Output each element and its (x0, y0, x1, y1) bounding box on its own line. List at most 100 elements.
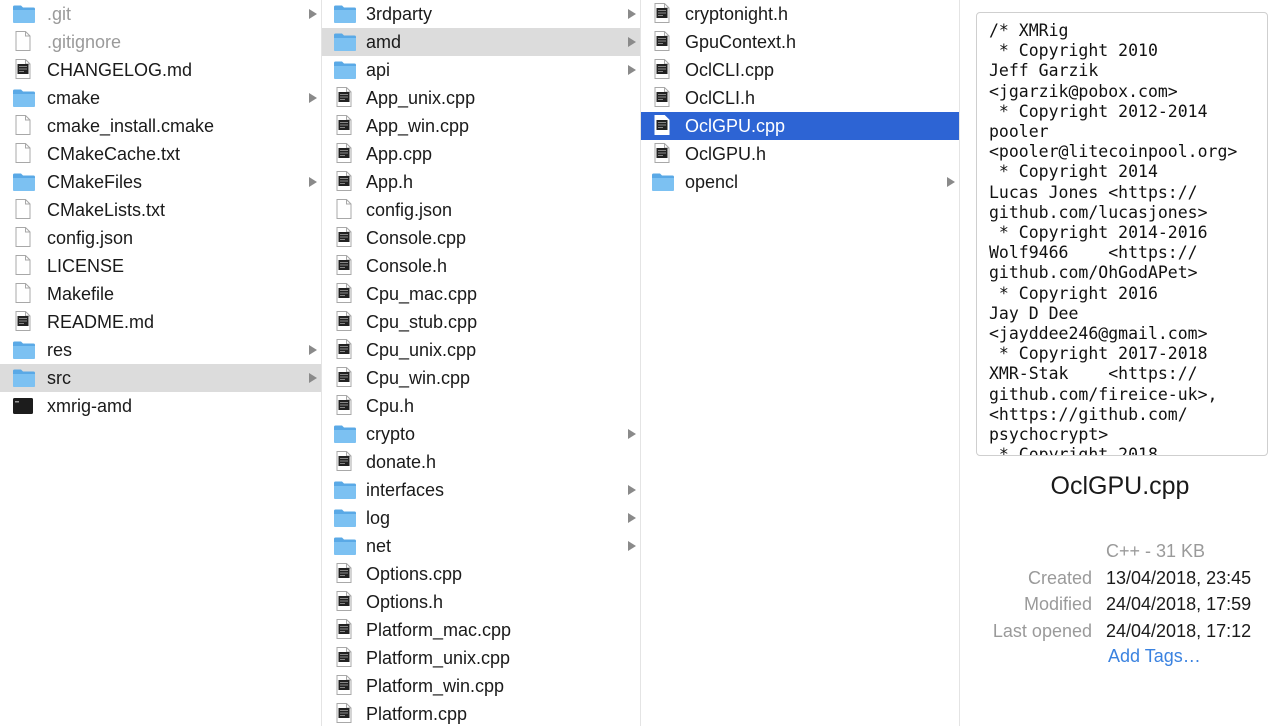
column-src[interactable]: 3rdparty amd api App_unix.cpp App_win.cpp App… (322, 0, 641, 726)
source-file-icon (333, 647, 355, 668)
file-item-config-json[interactable]: config.json (322, 196, 640, 224)
folder-item-3rdparty[interactable]: 3rdparty (322, 0, 640, 28)
file-item-config-json[interactable]: config.json (0, 224, 321, 252)
item-label: res (47, 340, 73, 360)
chevron-right-icon (947, 177, 955, 187)
folder-item-opencl[interactable]: opencl (641, 168, 959, 196)
item-label: OclGPU.h (685, 144, 767, 164)
item-label: .git (47, 4, 72, 24)
item-label: Platform_unix.cpp (366, 648, 511, 668)
folder-icon (333, 60, 356, 80)
chevron-right-icon (309, 345, 317, 355)
document-icon (12, 255, 34, 276)
source-file-icon (651, 31, 673, 52)
item-label: CMakeCache.txt (47, 144, 181, 164)
file-item-license[interactable]: LICENSE (0, 252, 321, 280)
folder-item-amd[interactable]: amd (322, 28, 640, 56)
source-file-icon (333, 143, 355, 164)
item-label: cmake (47, 88, 101, 108)
source-file-icon (333, 703, 355, 724)
file-info: C++ - 31 KB Created 13/04/2018, 23:45 Mo… (960, 538, 1280, 644)
column-root[interactable]: .git .gitignore CHANGELOG.md cmake cmake_ins… (0, 0, 322, 726)
folder-item-cmake[interactable]: cmake (0, 84, 321, 112)
file-kind-size: C++ - 31 KB (1106, 541, 1206, 561)
modified-value: 24/04/2018, 17:59 (1106, 594, 1252, 614)
item-label: OclGPU.cpp (685, 116, 786, 136)
file-item-cmakelists-txt[interactable]: CMakeLists.txt (0, 196, 321, 224)
chevron-right-icon (309, 9, 317, 19)
code-preview[interactable]: /* XMRig * Copyright 2010 Jeff Garzik <j… (976, 12, 1268, 456)
source-file-icon (333, 227, 355, 248)
file-item-oclgpu-cpp[interactable]: OclGPU.cpp (641, 112, 959, 140)
folder-item-git[interactable]: .git (0, 0, 321, 28)
source-file-icon (333, 115, 355, 136)
folder-icon (333, 424, 356, 444)
file-item-cpu-win-cpp[interactable]: Cpu_win.cpp (322, 364, 640, 392)
file-item-cpu-h[interactable]: Cpu.h (322, 392, 640, 420)
item-label: Platform_win.cpp (366, 676, 505, 696)
file-item-cpu-mac-cpp[interactable]: Cpu_mac.cpp (322, 280, 640, 308)
file-item-app-unix-cpp[interactable]: App_unix.cpp (322, 84, 640, 112)
item-label: Cpu_mac.cpp (366, 284, 478, 304)
executable-icon (12, 396, 34, 416)
item-label: App.cpp (366, 144, 433, 164)
source-file-icon (651, 143, 673, 164)
file-item-cmakecache-txt[interactable]: CMakeCache.txt (0, 140, 321, 168)
file-item-app-cpp[interactable]: App.cpp (322, 140, 640, 168)
file-item-oclcli-cpp[interactable]: OclCLI.cpp (641, 56, 959, 84)
document-icon (12, 59, 34, 80)
file-item-app-h[interactable]: App.h (322, 168, 640, 196)
item-label: opencl (685, 172, 739, 192)
file-item-gitignore[interactable]: .gitignore (0, 28, 321, 56)
folder-item-api[interactable]: api (322, 56, 640, 84)
item-label: Console.h (366, 256, 448, 276)
column-amd[interactable]: cryptonight.h GpuContext.h OclCLI.cpp OclCL… (641, 0, 960, 726)
file-item-platform-mac-cpp[interactable]: Platform_mac.cpp (322, 616, 640, 644)
file-item-options-cpp[interactable]: Options.cpp (322, 560, 640, 588)
file-item-options-h[interactable]: Options.h (322, 588, 640, 616)
file-item-xmrig-amd[interactable]: xmrig-amd (0, 392, 321, 420)
folder-item-crypto[interactable]: crypto (322, 420, 640, 448)
chevron-right-icon (628, 65, 636, 75)
source-file-icon (651, 115, 673, 136)
folder-item-interfaces[interactable]: interfaces (322, 476, 640, 504)
add-tags-link[interactable]: Add Tags… (1108, 646, 1201, 667)
folder-item-src[interactable]: src (0, 364, 321, 392)
folder-icon (12, 88, 35, 108)
file-item-console-h[interactable]: Console.h (322, 252, 640, 280)
file-item-changelog-md[interactable]: CHANGELOG.md (0, 56, 321, 84)
file-item-platform-win-cpp[interactable]: Platform_win.cpp (322, 672, 640, 700)
file-item-console-cpp[interactable]: Console.cpp (322, 224, 640, 252)
document-icon (12, 31, 34, 52)
file-item-cryptonight-h[interactable]: cryptonight.h (641, 0, 959, 28)
item-label: Cpu.h (366, 396, 415, 416)
file-item-platform-cpp[interactable]: Platform.cpp (322, 700, 640, 726)
file-item-cpu-stub-cpp[interactable]: Cpu_stub.cpp (322, 308, 640, 336)
file-item-gpucontext-h[interactable]: GpuContext.h (641, 28, 959, 56)
item-label: CMakeFiles (47, 172, 143, 192)
source-file-icon (333, 675, 355, 696)
item-label: log (366, 508, 391, 528)
item-label: src (47, 368, 71, 388)
source-file-icon (333, 311, 355, 332)
file-item-readme-md[interactable]: README.md (0, 308, 321, 336)
file-item-platform-unix-cpp[interactable]: Platform_unix.cpp (322, 644, 640, 672)
folder-item-cmakefiles[interactable]: CMakeFiles (0, 168, 321, 196)
file-item-oclcli-h[interactable]: OclCLI.h (641, 84, 959, 112)
chevron-right-icon (628, 9, 636, 19)
folder-item-log[interactable]: log (322, 504, 640, 532)
folder-icon (12, 172, 35, 192)
chevron-right-icon (628, 541, 636, 551)
document-icon (12, 283, 34, 304)
source-file-icon (333, 395, 355, 416)
file-item-cpu-unix-cpp[interactable]: Cpu_unix.cpp (322, 336, 640, 364)
file-item-makefile[interactable]: Makefile (0, 280, 321, 308)
file-item-donate-h[interactable]: donate.h (322, 448, 640, 476)
file-item-oclgpu-h[interactable]: OclGPU.h (641, 140, 959, 168)
folder-item-res[interactable]: res (0, 336, 321, 364)
file-item-cmake-install-cmake[interactable]: cmake_install.cmake (0, 112, 321, 140)
folder-icon (651, 172, 674, 192)
file-item-app-win-cpp[interactable]: App_win.cpp (322, 112, 640, 140)
folder-item-net[interactable]: net (322, 532, 640, 560)
item-label: Makefile (47, 284, 115, 304)
